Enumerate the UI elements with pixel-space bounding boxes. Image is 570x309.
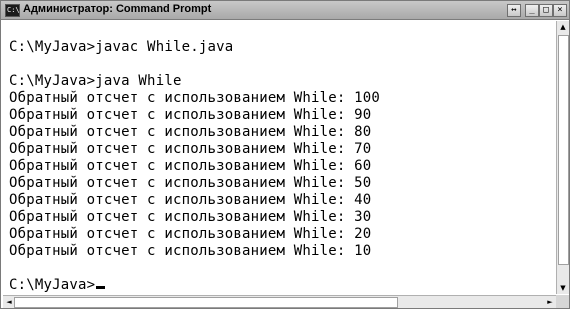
console-line: C:\MyJava>javac While.java [9,39,234,55]
vertical-scrollbar[interactable]: ▲ ▼ [556,21,569,294]
console-line: Обратный отсчет с использованием While: … [9,192,372,208]
resize-grip[interactable] [556,295,569,308]
console-line: C:\MyJava>java While [9,73,182,89]
command-prompt-window: C:\ Администратор: Command Prompt ↔ _ □ … [0,0,570,309]
horizontal-scrollbar[interactable]: ◄ ► [3,295,556,308]
console-line: Обратный отсчет с использованием While: … [9,243,372,259]
console-app-icon[interactable]: C:\ [5,4,20,17]
console-output[interactable]: C:\MyJava>javac While.java C:\MyJava>jav… [3,21,555,294]
console-line: Обратный отсчет с использованием While: … [9,175,372,191]
horizontal-scroll-thumb[interactable] [14,297,398,308]
console-line: Обратный отсчет с использованием While: … [9,209,372,225]
move-button[interactable]: ↔ [507,4,521,17]
vertical-scroll-thumb[interactable] [558,35,569,265]
prompt-text: C:\MyJava> [9,277,96,293]
prompt-line[interactable]: C:\MyJava> [9,277,106,294]
minimize-button[interactable]: _ [525,4,539,17]
console-line: Обратный отсчет с использованием While: … [9,226,372,242]
text-cursor [96,286,106,289]
scroll-down-arrow-icon[interactable]: ▼ [557,282,569,294]
close-button[interactable]: × [553,4,567,17]
scroll-right-arrow-icon[interactable]: ► [545,296,555,308]
scroll-up-arrow-icon[interactable]: ▲ [557,21,569,33]
console-line: Обратный отсчет с использованием While: … [9,90,381,106]
title-bar[interactable]: C:\ Администратор: Command Prompt ↔ _ □ … [1,1,569,20]
console-line: Обратный отсчет с использованием While: … [9,124,372,140]
console-app-icon-label: C:\ [7,6,20,14]
maximize-button[interactable]: □ [539,4,553,17]
console-line: Обратный отсчет с использованием While: … [9,158,372,174]
scroll-left-arrow-icon[interactable]: ◄ [4,296,14,308]
window-title: Администратор: Command Prompt [23,3,212,15]
console-line: Обратный отсчет с использованием While: … [9,141,372,157]
console-line: Обратный отсчет с использованием While: … [9,107,372,123]
